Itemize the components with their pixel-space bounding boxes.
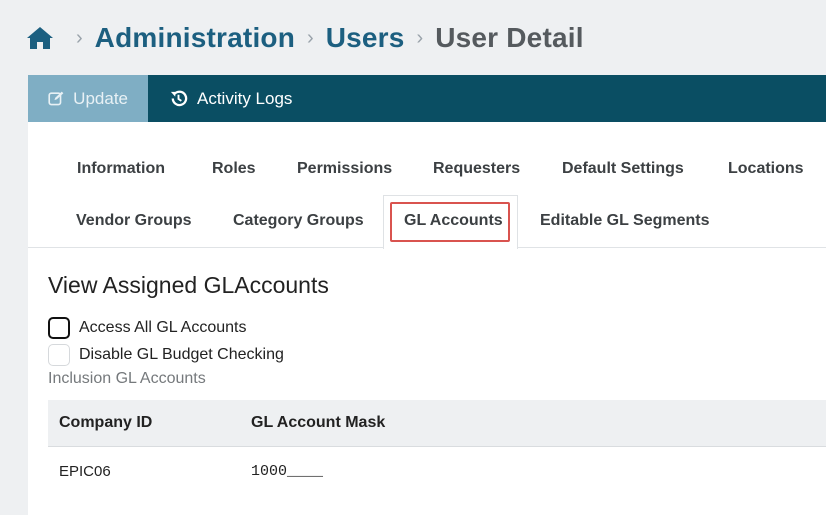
tab-roles[interactable]: Roles (212, 160, 256, 178)
header-gl-account-mask[interactable]: GL Account Mask (251, 414, 826, 432)
table-header: Company ID GL Account Mask (48, 400, 826, 447)
tab-editable-gl-segments[interactable]: Editable GL Segments (540, 212, 710, 230)
breadcrumb: › Administration › Users › User Detail (26, 18, 584, 58)
tab-requesters[interactable]: Requesters (433, 160, 520, 178)
home-icon[interactable] (26, 25, 54, 51)
tab-category-groups[interactable]: Category Groups (233, 212, 364, 230)
update-button[interactable]: Update (28, 75, 148, 122)
tab-locations[interactable]: Locations (728, 160, 804, 178)
breadcrumb-users[interactable]: Users (326, 22, 405, 54)
chevron-right-icon: › (416, 26, 424, 49)
edit-icon (48, 91, 64, 106)
table-row[interactable]: EPIC06 1000____ (48, 447, 826, 495)
user-detail-card: Information Roles Permissions Requesters… (28, 122, 826, 515)
cell-company-id: EPIC06 (59, 462, 111, 480)
tab-information[interactable]: Information (77, 160, 165, 178)
tab-default-settings[interactable]: Default Settings (562, 160, 684, 178)
access-all-gl-accounts-label: Access All GL Accounts (79, 319, 247, 336)
breadcrumb-administration[interactable]: Administration (95, 22, 295, 54)
history-icon (170, 90, 188, 107)
disable-gl-budget-checkbox[interactable] (48, 344, 70, 366)
inclusion-gl-accounts-label: Inclusion GL Accounts (48, 370, 206, 387)
tab-bar: Information Roles Permissions Requesters… (28, 122, 826, 249)
disable-gl-budget-label: Disable GL Budget Checking (79, 346, 284, 363)
chevron-right-icon: › (307, 26, 314, 49)
activity-logs-label: Activity Logs (197, 88, 293, 108)
tab-permissions[interactable]: Permissions (297, 160, 392, 178)
cell-gl-account-mask: 1000____ (251, 462, 324, 480)
action-toolbar: Update Activity Logs (28, 75, 826, 122)
tab-vendor-groups[interactable]: Vendor Groups (76, 212, 192, 230)
access-all-gl-accounts-row: Access All GL Accounts (48, 317, 246, 339)
active-tab-highlight (390, 202, 510, 242)
section-title: View Assigned GLAccounts (48, 272, 329, 298)
access-all-gl-accounts-checkbox[interactable] (48, 317, 70, 339)
header-company-id[interactable]: Company ID (48, 414, 251, 432)
chevron-right-icon: › (76, 26, 83, 49)
activity-logs-button[interactable]: Activity Logs (148, 75, 312, 122)
page-title: User Detail (435, 22, 584, 53)
update-label: Update (73, 88, 128, 108)
disable-gl-budget-row: Disable GL Budget Checking (48, 344, 284, 366)
gl-accounts-table: Company ID GL Account Mask EPIC06 1000__… (48, 400, 826, 495)
